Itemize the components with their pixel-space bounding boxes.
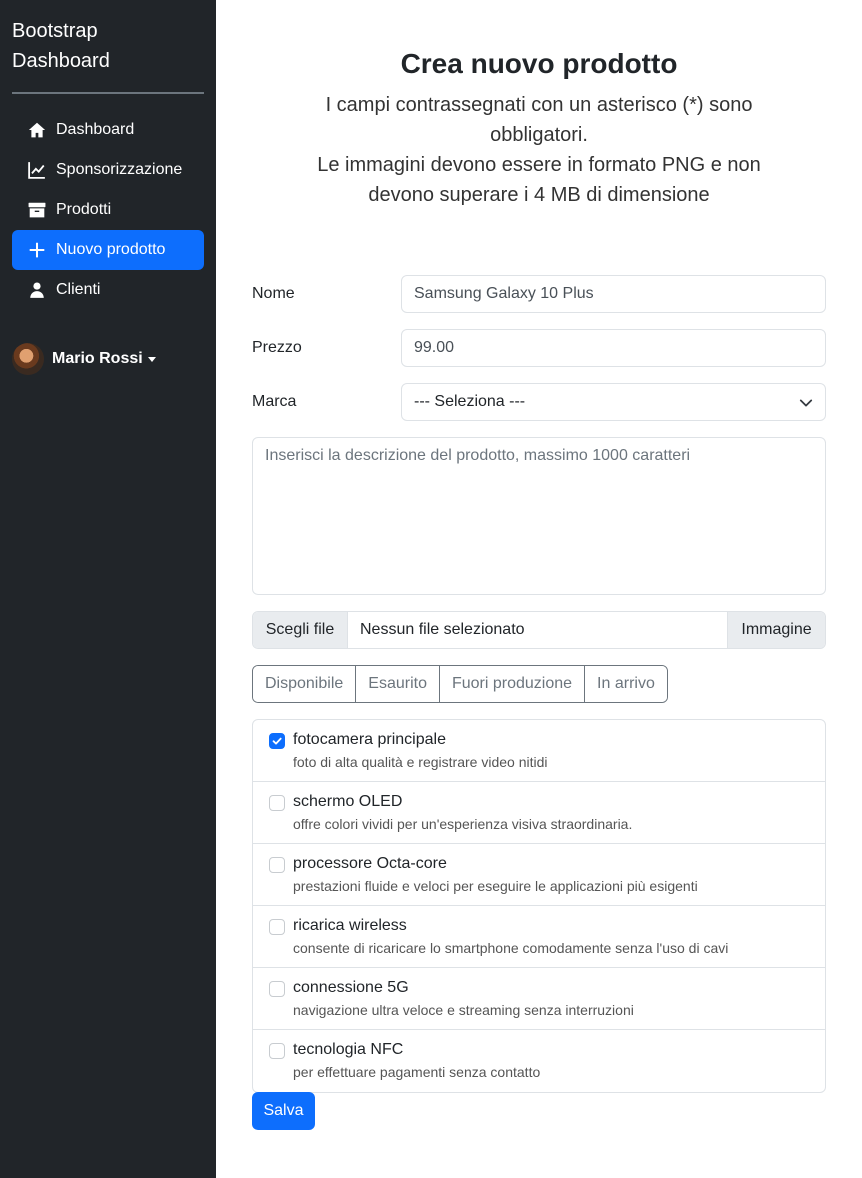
user-name: Mario Rossi (52, 350, 143, 367)
feature-title: fotocamera principale (293, 731, 446, 748)
user-menu[interactable]: Mario Rossi (12, 343, 156, 375)
sidebar-item-sponsorizzazione[interactable]: Sponsorizzazione (12, 150, 204, 190)
page-subtitle: I campi contrassegnati con un asterisco … (296, 90, 782, 210)
sidebar-nav: Dashboard Sponsorizzazione Prodotti Nuov… (12, 110, 204, 310)
status-button-group: Disponibile Esaurito Fuori produzione In… (252, 665, 668, 703)
feature-checkbox[interactable] (269, 981, 285, 997)
chart-line-icon (28, 161, 46, 179)
description-textarea[interactable]: Inserisci la descrizione del prodotto, m… (252, 437, 826, 595)
price-row: Prezzo 99.00 (252, 329, 826, 367)
status-fuori-produzione[interactable]: Fuori produzione (439, 666, 586, 702)
feature-item[interactable]: processore Octa-core prestazioni fluide … (253, 844, 825, 906)
feature-title: schermo OLED (293, 793, 403, 810)
feature-title: processore Octa-core (293, 855, 447, 872)
home-icon (28, 121, 46, 139)
choose-file-button[interactable]: Scegli file (253, 612, 348, 648)
page-title: Crea nuovo prodotto (400, 48, 678, 79)
feature-checkbox[interactable] (269, 733, 285, 749)
feature-checkbox[interactable] (269, 795, 285, 811)
sidebar-divider (12, 92, 204, 94)
sidebar-item-label: Clienti (56, 281, 101, 298)
feature-description: offre colori vividi per un'esperienza vi… (293, 816, 633, 832)
feature-checkbox[interactable] (269, 857, 285, 873)
feature-title: tecnologia NFC (293, 1041, 404, 1058)
subtitle-line: devono superare i 4 MB di dimensione (368, 184, 710, 206)
feature-checkbox[interactable] (269, 1043, 285, 1059)
user-icon (28, 281, 46, 299)
brand-select[interactable]: --- Seleziona --- (401, 383, 826, 421)
feature-checkbox[interactable] (269, 919, 285, 935)
feature-title: connessione 5G (293, 979, 409, 996)
sidebar-item-label: Nuovo prodotto (56, 241, 166, 258)
feature-item[interactable]: connessione 5G navigazione ultra veloce … (253, 968, 825, 1030)
feature-item[interactable]: schermo OLED offre colori vividi per un'… (253, 782, 825, 844)
price-input[interactable]: 99.00 (401, 329, 826, 367)
caret-down-icon (147, 356, 156, 362)
brand-line-2: Dashboard (12, 50, 110, 72)
feature-description: per effettuare pagamenti senza contatto (293, 1064, 541, 1080)
feature-description: navigazione ultra veloce e streaming sen… (293, 1002, 634, 1018)
subtitle-line: obbligatori. (490, 124, 588, 146)
subtitle-line: I campi contrassegnati con un asterisco … (325, 94, 753, 116)
archive-box-icon (28, 201, 46, 219)
feature-title: ricarica wireless (293, 917, 407, 934)
name-row: Nome Samsung Galaxy 10 Plus (252, 275, 826, 313)
feature-description: consente di ricaricare lo smartphone com… (293, 940, 729, 956)
name-input[interactable]: Samsung Galaxy 10 Plus (401, 275, 826, 313)
feature-description: prestazioni fluide e veloci per eseguire… (293, 878, 698, 894)
plus-icon (28, 241, 46, 259)
name-label: Nome (252, 285, 295, 302)
sidebar-item-label: Prodotti (56, 201, 112, 218)
chevron-down-icon (799, 399, 813, 407)
brand-line-1: Bootstrap (12, 20, 98, 42)
file-addon-label: Immagine (727, 612, 825, 648)
brand-label: Marca (252, 393, 297, 410)
brand-selected-value: --- Seleziona --- (414, 393, 526, 410)
main-content: Crea nuovo prodotto I campi contrassegna… (216, 0, 862, 1178)
price-label: Prezzo (252, 339, 302, 356)
feature-item[interactable]: tecnologia NFC per effettuare pagamenti … (253, 1030, 825, 1092)
feature-item[interactable]: fotocamera principale foto di alta quali… (253, 720, 825, 782)
sidebar-item-label: Dashboard (56, 121, 135, 138)
sidebar-item-prodotti[interactable]: Prodotti (12, 190, 204, 230)
sidebar: Bootstrap Dashboard Dashboard Sponsorizz… (0, 0, 216, 1178)
image-file-input: Scegli file Nessun file selezionato Imma… (252, 611, 826, 649)
file-name-display[interactable]: Nessun file selezionato (348, 612, 727, 648)
brand-title[interactable]: Bootstrap Dashboard (12, 16, 110, 76)
check-icon (272, 737, 282, 745)
sidebar-item-label: Sponsorizzazione (56, 161, 183, 178)
status-in-arrivo[interactable]: In arrivo (585, 666, 667, 702)
sidebar-item-dashboard[interactable]: Dashboard (12, 110, 204, 150)
subtitle-line: Le immagini devono essere in formato PNG… (317, 154, 761, 176)
status-disponibile[interactable]: Disponibile (253, 666, 357, 702)
status-esaurito[interactable]: Esaurito (356, 666, 440, 702)
feature-item[interactable]: ricarica wireless consente di ricaricare… (253, 906, 825, 968)
brand-row: Marca --- Seleziona --- (252, 383, 826, 421)
sidebar-item-nuovo-prodotto[interactable]: Nuovo prodotto (12, 230, 204, 270)
feature-description: foto di alta qualità e registrare video … (293, 754, 548, 770)
features-list: fotocamera principale foto di alta quali… (252, 719, 826, 1093)
save-button[interactable]: Salva (252, 1092, 315, 1130)
sidebar-item-clienti[interactable]: Clienti (12, 270, 204, 310)
avatar (12, 343, 44, 375)
